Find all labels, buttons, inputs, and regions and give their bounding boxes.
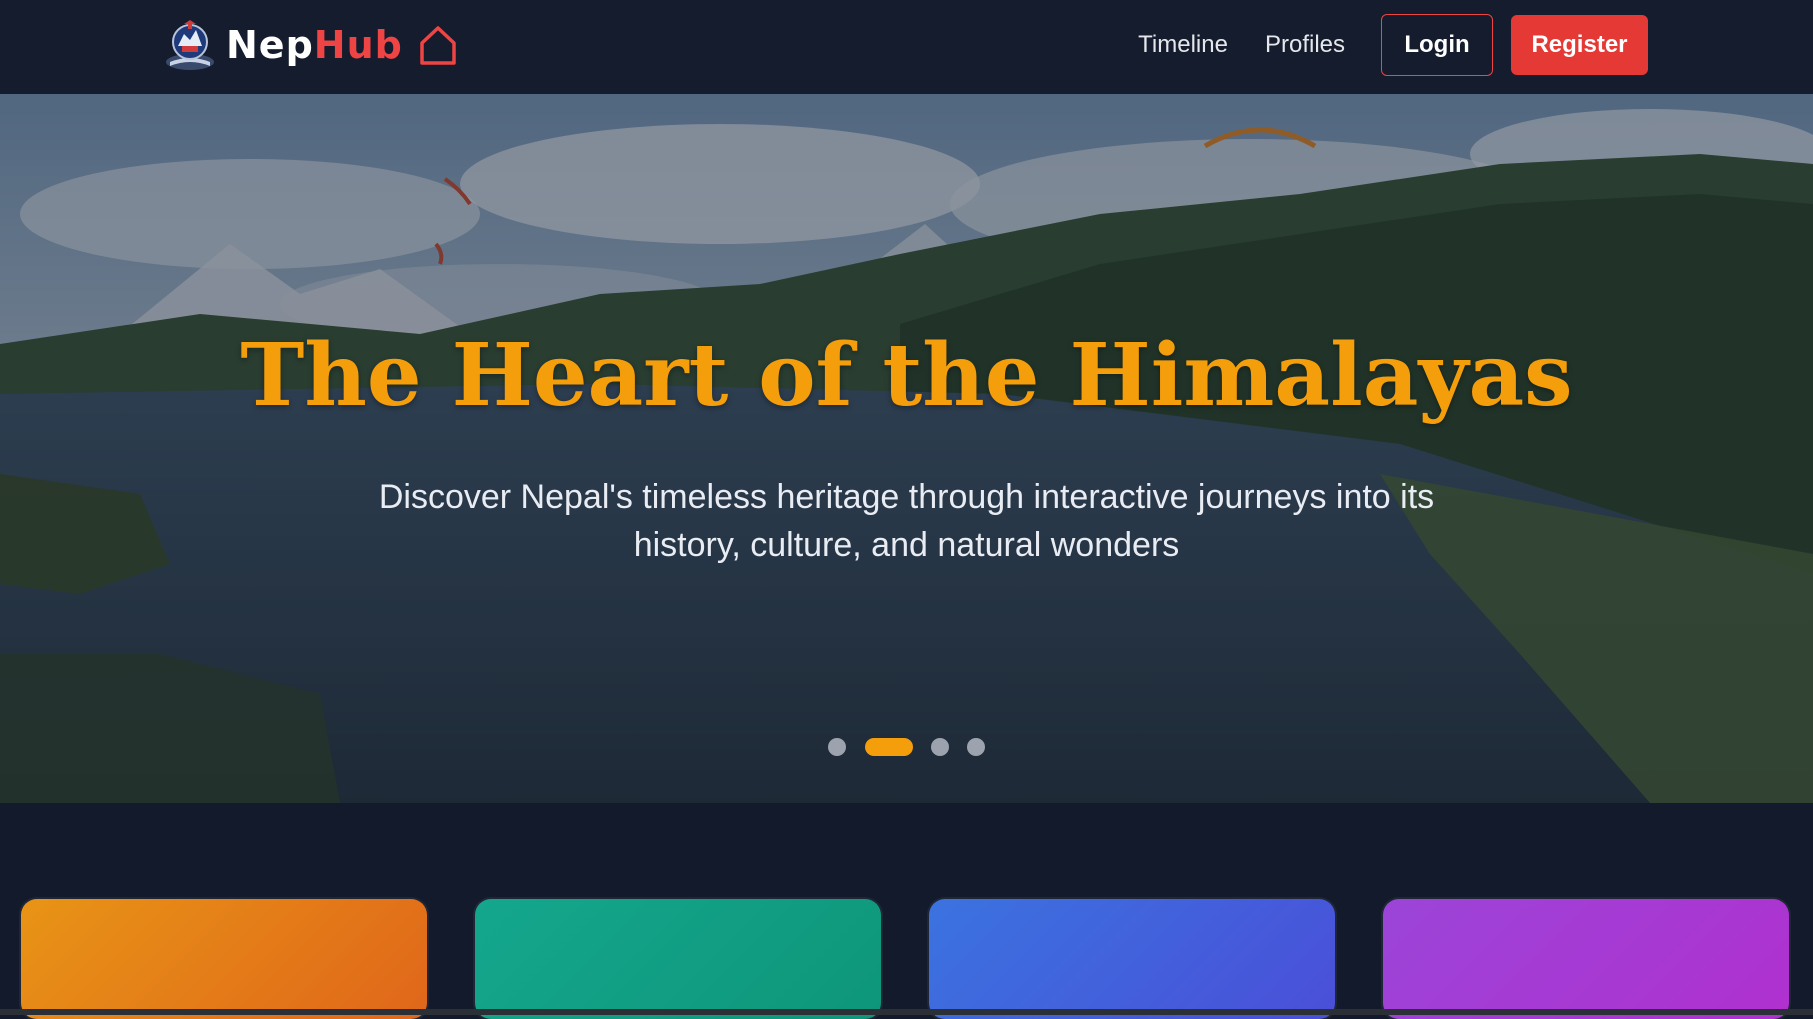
hero-overlay (0, 94, 1813, 803)
register-button[interactable]: Register (1511, 15, 1648, 75)
feature-card-teal[interactable] (475, 899, 881, 1019)
hero-subtitle: Discover Nepal's timeless heritage throu… (378, 478, 1435, 564)
top-navbar: NepHub Timeline Profiles Login Register (0, 0, 1813, 94)
horizontal-scrollbar[interactable] (0, 1009, 1813, 1015)
home-icon[interactable] (417, 23, 459, 67)
carousel-indicators (0, 738, 1813, 756)
nav-link-timeline[interactable]: Timeline (1138, 31, 1228, 59)
feature-card-blue[interactable] (929, 899, 1335, 1019)
brand-logo[interactable]: NepHub (164, 18, 459, 72)
feature-card-purple[interactable] (1383, 899, 1789, 1019)
hero-carousel: The Heart of the Himalayas Discover Nepa… (0, 94, 1813, 803)
carousel-dot-1[interactable] (828, 738, 846, 756)
feature-card-orange[interactable] (21, 899, 427, 1019)
carousel-dot-3[interactable] (931, 738, 949, 756)
carousel-dot-4[interactable] (967, 738, 985, 756)
nepal-emblem-icon (166, 20, 214, 70)
nav-links: Timeline Profiles Login Register (1138, 14, 1648, 76)
carousel-dot-2-active[interactable] (865, 738, 913, 756)
hero-title: The Heart of the Himalayas (240, 325, 1573, 426)
brand-name: NepHub (226, 23, 403, 67)
login-button[interactable]: Login (1381, 14, 1493, 76)
nav-link-profiles[interactable]: Profiles (1265, 31, 1345, 59)
feature-cards (0, 899, 1813, 1019)
